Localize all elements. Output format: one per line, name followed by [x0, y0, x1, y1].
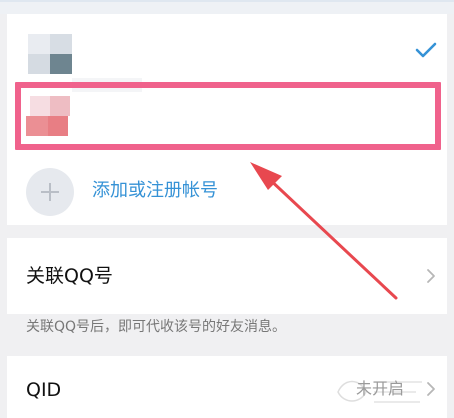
watermark: [337, 380, 422, 403]
link-qq-hint: 关联QQ号后，即可代收该号的好友消息。: [26, 319, 287, 335]
add-account-link[interactable]: 添加或注册帐号: [92, 177, 218, 205]
check-icon: [415, 42, 437, 58]
highlight-box: [15, 82, 441, 150]
plus-icon[interactable]: [26, 168, 74, 216]
qid-label: QID: [26, 379, 62, 401]
top-strip: [0, 0, 454, 14]
current-account-avatar[interactable]: [28, 34, 142, 92]
chevron-right-icon: [427, 269, 435, 283]
top-accent-line: [0, 0, 454, 2]
link-qq-label: 关联QQ号: [26, 265, 113, 287]
